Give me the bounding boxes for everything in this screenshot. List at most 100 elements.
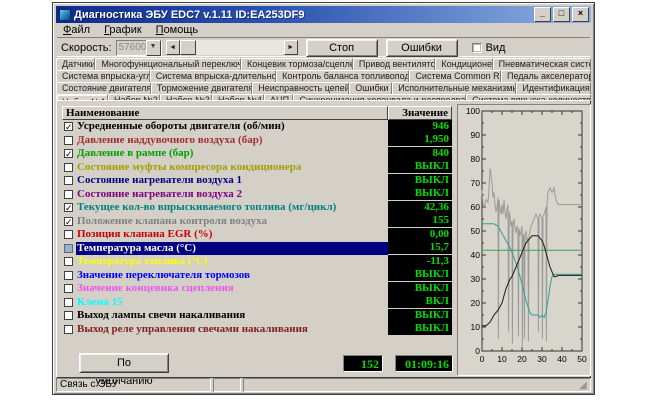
y-axis-label: 100 [466,106,480,116]
scroll-right-icon[interactable]: ► [284,40,298,55]
table-row[interactable]: Значение переключателя тормозовВЫКЛ [62,269,452,283]
row-checkbox[interactable] [64,176,73,185]
param-value: ВЫКЛ [388,282,452,296]
table-row[interactable]: Температура масла (°C)15,7 [62,242,452,256]
param-value: ВЫКЛ [388,174,452,188]
view-checkbox-box[interactable] [472,43,482,53]
param-name: Давление в рампе (бар) [76,147,388,160]
menu-bar: ФайлГрафикПомощь [57,24,590,37]
desktop: { "window": { "title": "Диагностика ЭБУ … [0,0,660,400]
speed-scrollbar[interactable]: ◄ ► [166,40,298,55]
table-row[interactable]: ✓Текущее кол-во впрыскиваемого топлива (… [62,201,452,215]
x-axis-label: 10 [497,354,507,364]
stop-button[interactable]: Стоп [306,39,378,57]
row-checkbox[interactable]: ✓ [64,203,73,212]
app-window: Диагностика ЭБУ EDC7 v.1.11 ID:EA253DF9 … [52,2,595,395]
status-bar: Связь с ЭБУ ◢ [56,378,591,392]
tab-item[interactable]: Многофункциональный переключатель [95,58,241,70]
scroll-left-icon[interactable]: ◄ [166,40,180,55]
param-name: Позиция клапана EGR (%) [76,228,388,241]
tab-item[interactable]: Состояние двигателя [56,82,151,94]
chart: 010203040506070809010001020304050 [458,105,590,375]
y-axis-label: 90 [471,130,481,140]
tab-item[interactable]: Датчики [56,58,95,70]
param-value: 1,950 [388,133,452,147]
table-row[interactable]: Выход лампы свечи накаливанияВЫКЛ [62,309,452,323]
menu-item[interactable]: График [98,24,148,37]
tab-item[interactable]: Привод вентилятора [353,58,436,70]
row-checkbox[interactable] [64,325,73,334]
default-button[interactable]: По умолчанию [79,353,169,373]
row-checkbox[interactable] [64,271,73,280]
x-axis-label: 20 [517,354,527,364]
table-row[interactable]: Давление наддувочного воздуха (бар)1,950 [62,134,452,148]
maximize-icon[interactable]: □ [553,7,570,22]
column-header-value[interactable]: Значение [388,106,452,120]
tab-item[interactable]: Идентификация [516,82,591,94]
view-checkbox[interactable]: Вид [472,42,506,54]
tab-item[interactable]: Система впрыска-длительность [150,70,276,82]
row-checkbox[interactable] [64,298,73,307]
toolbar: Скорость: 57600 ▼ ◄ ► Стоп Ошибки Вид [57,37,590,57]
param-value: 840 [388,147,452,161]
speed-combobox[interactable]: 57600 ▼ [116,40,162,56]
window-title: Диагностика ЭБУ EDC7 v.1.11 ID:EA253DF9 [74,9,534,21]
tab-item[interactable]: Пневматическая система [493,58,591,70]
table-row[interactable]: Выход реле управления свечами накаливани… [62,323,452,337]
param-value: 946 [388,120,452,134]
tab-item[interactable]: Система Common Rail [409,70,501,82]
scrollbar-track[interactable] [196,40,284,55]
menu-item[interactable]: Файл [57,24,96,37]
table-body: ✓Усредненные обороты двигателя (об/мин)9… [62,120,452,336]
errors-button[interactable]: Ошибки [386,39,458,57]
chevron-down-icon[interactable]: ▼ [146,40,161,56]
table-row[interactable]: Клема 15ВКЛ [62,296,452,310]
row-checkbox[interactable] [64,284,73,293]
table-row[interactable]: Температура топлива (°C)-11,3 [62,255,452,269]
tab-item[interactable]: Неисправность цепей [252,82,349,94]
tab-item[interactable]: Педаль акселератора [501,70,591,82]
row-checkbox[interactable] [64,136,73,145]
close-icon[interactable]: × [572,7,589,22]
table-row[interactable]: ✓Положение клапана контроля воздуха155 [62,215,452,229]
param-value: ВЫКЛ [388,309,452,323]
tab-item[interactable]: Концевик тормоза/сцепления [241,58,353,70]
title-bar[interactable]: Диагностика ЭБУ EDC7 v.1.11 ID:EA253DF9 … [56,6,591,23]
tab-item[interactable]: Ошибки [349,82,392,94]
table-row[interactable]: Состояние муфты компресора кондиционераВ… [62,161,452,175]
param-name: Положение клапана контроля воздуха [76,215,388,228]
table-row[interactable]: ✓Давление в рампе (бар)840 [62,147,452,161]
row-checkbox[interactable]: ✓ [64,149,73,158]
param-name: Клема 15 [76,296,388,309]
tab-item[interactable]: Кондиционер [435,58,492,70]
param-name: Давление наддувочного воздуха (бар) [76,134,388,147]
row-checkbox[interactable] [64,230,73,239]
status-panel-3: ◢ [243,378,591,392]
tab-item[interactable]: Контроль баланса топливоподачи [276,70,409,82]
table-row[interactable]: Состояние нагревателя воздуха 1ВЫКЛ [62,174,452,188]
tab-item[interactable]: Система впрыска-углы [56,70,150,82]
table-row[interactable]: Значение концевика сцепленияВЫКЛ [62,282,452,296]
scrollbar-thumb[interactable] [180,40,196,55]
table-row[interactable]: ✓Усредненные обороты двигателя (об/мин)9… [62,120,452,134]
table-row[interactable]: Состояние нагревателя воздуха 2ВЫКЛ [62,188,452,202]
menu-item[interactable]: Помощь [150,24,205,37]
row-checkbox[interactable] [64,311,73,320]
table-row[interactable]: Позиция клапана EGR (%)0,00 [62,228,452,242]
row-checkbox[interactable] [64,244,73,253]
row-checkbox[interactable]: ✓ [64,122,73,131]
y-axis-label: 30 [471,274,481,284]
row-checkbox[interactable] [64,163,73,172]
column-header-name[interactable]: Наименование [62,106,388,120]
row-checkbox[interactable] [64,190,73,199]
tab-row: Система впрыска-углыСистема впрыска-длит… [56,70,591,82]
param-value: ВКЛ [388,295,452,309]
minimize-icon[interactable]: _ [534,7,551,22]
param-name: Температура масла (°C) [76,242,388,255]
row-checkbox[interactable]: ✓ [64,217,73,226]
resize-grip[interactable]: ◢ [579,380,590,391]
tab-item[interactable]: Торможение двигателя [151,82,252,94]
row-checkbox[interactable] [64,257,73,266]
param-name: Усредненные обороты двигателя (об/мин) [76,120,388,133]
tab-item[interactable]: Исполнительные механизмы [392,82,516,94]
